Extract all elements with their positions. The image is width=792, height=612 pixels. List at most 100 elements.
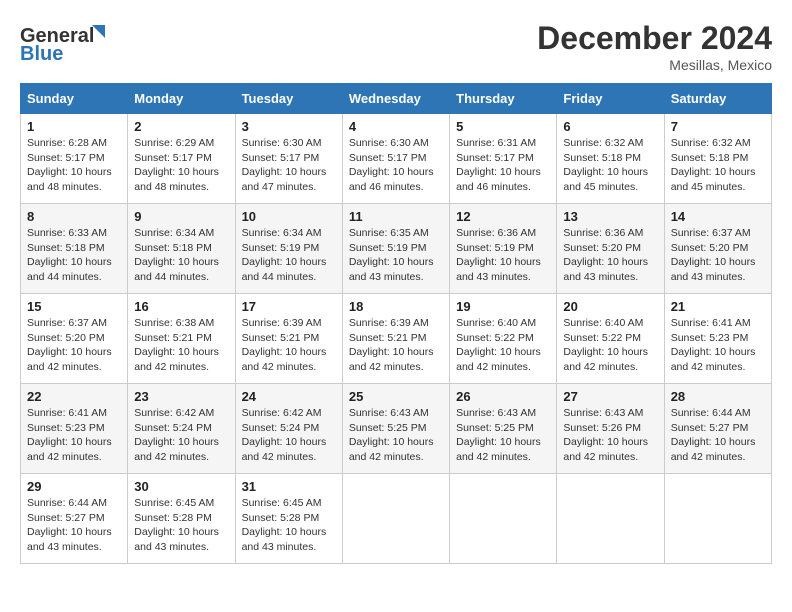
calendar-cell: 18 Sunrise: 6:39 AMSunset: 5:21 PMDayligh…: [342, 294, 449, 384]
day-info: Sunrise: 6:41 AMSunset: 5:23 PMDaylight:…: [27, 406, 121, 465]
day-info: Sunrise: 6:44 AMSunset: 5:27 PMDaylight:…: [671, 406, 765, 465]
day-info: Sunrise: 6:30 AMSunset: 5:17 PMDaylight:…: [242, 136, 336, 195]
day-info: Sunrise: 6:45 AMSunset: 5:28 PMDaylight:…: [134, 496, 228, 555]
day-number: 30: [134, 479, 228, 494]
calendar-cell: 8 Sunrise: 6:33 AMSunset: 5:18 PMDaylight…: [21, 204, 128, 294]
day-number: 11: [349, 209, 443, 224]
calendar-week-1: 1 Sunrise: 6:28 AMSunset: 5:17 PMDaylight…: [21, 114, 772, 204]
day-info: Sunrise: 6:33 AMSunset: 5:18 PMDaylight:…: [27, 226, 121, 285]
calendar-cell: 25 Sunrise: 6:43 AMSunset: 5:25 PMDayligh…: [342, 384, 449, 474]
day-info: Sunrise: 6:37 AMSunset: 5:20 PMDaylight:…: [671, 226, 765, 285]
calendar-cell: 3 Sunrise: 6:30 AMSunset: 5:17 PMDaylight…: [235, 114, 342, 204]
calendar-cell: 15 Sunrise: 6:37 AMSunset: 5:20 PMDayligh…: [21, 294, 128, 384]
day-number: 10: [242, 209, 336, 224]
day-info: Sunrise: 6:44 AMSunset: 5:27 PMDaylight:…: [27, 496, 121, 555]
day-number: 31: [242, 479, 336, 494]
day-info: Sunrise: 6:41 AMSunset: 5:23 PMDaylight:…: [671, 316, 765, 375]
calendar-week-5: 29 Sunrise: 6:44 AMSunset: 5:27 PMDayligh…: [21, 474, 772, 564]
calendar-week-2: 8 Sunrise: 6:33 AMSunset: 5:18 PMDaylight…: [21, 204, 772, 294]
day-number: 1: [27, 119, 121, 134]
page-header: General Blue December 2024 Mesillas, Mex…: [20, 20, 772, 73]
calendar-cell: 13 Sunrise: 6:36 AMSunset: 5:20 PMDayligh…: [557, 204, 664, 294]
day-info: Sunrise: 6:45 AMSunset: 5:28 PMDaylight:…: [242, 496, 336, 555]
day-number: 29: [27, 479, 121, 494]
day-number: 12: [456, 209, 550, 224]
calendar-header-row: Sunday Monday Tuesday Wednesday Thursday…: [21, 84, 772, 114]
day-info: Sunrise: 6:42 AMSunset: 5:24 PMDaylight:…: [242, 406, 336, 465]
day-number: 16: [134, 299, 228, 314]
col-friday: Friday: [557, 84, 664, 114]
day-number: 4: [349, 119, 443, 134]
calendar-cell: 21Sunrise: 6:41 AMSunset: 5:23 PMDayligh…: [664, 294, 771, 384]
calendar-cell: 4 Sunrise: 6:30 AMSunset: 5:17 PMDaylight…: [342, 114, 449, 204]
day-info: Sunrise: 6:34 AMSunset: 5:19 PMDaylight:…: [242, 226, 336, 285]
day-info: Sunrise: 6:29 AMSunset: 5:17 PMDaylight:…: [134, 136, 228, 195]
day-info: Sunrise: 6:38 AMSunset: 5:21 PMDaylight:…: [134, 316, 228, 375]
day-number: 24: [242, 389, 336, 404]
calendar-week-4: 22Sunrise: 6:41 AMSunset: 5:23 PMDayligh…: [21, 384, 772, 474]
calendar-cell: [450, 474, 557, 564]
month-title: December 2024: [537, 20, 772, 57]
logo-svg: General Blue: [20, 20, 110, 65]
calendar-cell: 19 Sunrise: 6:40 AMSunset: 5:22 PMDayligh…: [450, 294, 557, 384]
calendar-cell: 27 Sunrise: 6:43 AMSunset: 5:26 PMDayligh…: [557, 384, 664, 474]
calendar-cell: 9Sunrise: 6:34 AMSunset: 5:18 PMDaylight…: [128, 204, 235, 294]
svg-text:Blue: Blue: [20, 43, 63, 65]
day-number: 8: [27, 209, 121, 224]
day-number: 5: [456, 119, 550, 134]
day-number: 9: [134, 209, 228, 224]
day-info: Sunrise: 6:40 AMSunset: 5:22 PMDaylight:…: [563, 316, 657, 375]
day-number: 25: [349, 389, 443, 404]
day-number: 3: [242, 119, 336, 134]
day-info: Sunrise: 6:43 AMSunset: 5:25 PMDaylight:…: [456, 406, 550, 465]
calendar-cell: 11 Sunrise: 6:35 AMSunset: 5:19 PMDayligh…: [342, 204, 449, 294]
day-info: Sunrise: 6:32 AMSunset: 5:18 PMDaylight:…: [671, 136, 765, 195]
calendar-cell: 16 Sunrise: 6:38 AMSunset: 5:21 PMDayligh…: [128, 294, 235, 384]
calendar-cell: 12 Sunrise: 6:36 AMSunset: 5:19 PMDayligh…: [450, 204, 557, 294]
day-info: Sunrise: 6:28 AMSunset: 5:17 PMDaylight:…: [27, 136, 121, 195]
day-number: 6: [563, 119, 657, 134]
day-number: 27: [563, 389, 657, 404]
calendar-cell: 29 Sunrise: 6:44 AMSunset: 5:27 PMDayligh…: [21, 474, 128, 564]
col-monday: Monday: [128, 84, 235, 114]
calendar-cell: [342, 474, 449, 564]
day-number: 15: [27, 299, 121, 314]
day-number: 23: [134, 389, 228, 404]
calendar-cell: 20 Sunrise: 6:40 AMSunset: 5:22 PMDayligh…: [557, 294, 664, 384]
day-number: 2: [134, 119, 228, 134]
calendar-cell: 22Sunrise: 6:41 AMSunset: 5:23 PMDayligh…: [21, 384, 128, 474]
day-info: Sunrise: 6:35 AMSunset: 5:19 PMDaylight:…: [349, 226, 443, 285]
day-info: Sunrise: 6:43 AMSunset: 5:26 PMDaylight:…: [563, 406, 657, 465]
day-info: Sunrise: 6:42 AMSunset: 5:24 PMDaylight:…: [134, 406, 228, 465]
calendar-cell: 14 Sunrise: 6:37 AMSunset: 5:20 PMDayligh…: [664, 204, 771, 294]
day-number: 20: [563, 299, 657, 314]
calendar-cell: 31 Sunrise: 6:45 AMSunset: 5:28 PMDayligh…: [235, 474, 342, 564]
col-wednesday: Wednesday: [342, 84, 449, 114]
title-block: December 2024 Mesillas, Mexico: [537, 20, 772, 73]
day-number: 18: [349, 299, 443, 314]
day-info: Sunrise: 6:30 AMSunset: 5:17 PMDaylight:…: [349, 136, 443, 195]
day-number: 13: [563, 209, 657, 224]
day-info: Sunrise: 6:32 AMSunset: 5:18 PMDaylight:…: [563, 136, 657, 195]
calendar-cell: 24 Sunrise: 6:42 AMSunset: 5:24 PMDayligh…: [235, 384, 342, 474]
col-tuesday: Tuesday: [235, 84, 342, 114]
day-info: Sunrise: 6:40 AMSunset: 5:22 PMDaylight:…: [456, 316, 550, 375]
day-info: Sunrise: 6:43 AMSunset: 5:25 PMDaylight:…: [349, 406, 443, 465]
calendar-cell: 30 Sunrise: 6:45 AMSunset: 5:28 PMDayligh…: [128, 474, 235, 564]
calendar-cell: 17Sunrise: 6:39 AMSunset: 5:21 PMDayligh…: [235, 294, 342, 384]
day-info: Sunrise: 6:39 AMSunset: 5:21 PMDaylight:…: [242, 316, 336, 375]
day-number: 19: [456, 299, 550, 314]
col-sunday: Sunday: [21, 84, 128, 114]
day-info: Sunrise: 6:36 AMSunset: 5:19 PMDaylight:…: [456, 226, 550, 285]
day-number: 14: [671, 209, 765, 224]
day-info: Sunrise: 6:36 AMSunset: 5:20 PMDaylight:…: [563, 226, 657, 285]
day-info: Sunrise: 6:37 AMSunset: 5:20 PMDaylight:…: [27, 316, 121, 375]
day-info: Sunrise: 6:31 AMSunset: 5:17 PMDaylight:…: [456, 136, 550, 195]
day-info: Sunrise: 6:39 AMSunset: 5:21 PMDaylight:…: [349, 316, 443, 375]
calendar-cell: 6 Sunrise: 6:32 AMSunset: 5:18 PMDaylight…: [557, 114, 664, 204]
calendar-table: Sunday Monday Tuesday Wednesday Thursday…: [20, 83, 772, 564]
calendar-cell: [664, 474, 771, 564]
day-number: 26: [456, 389, 550, 404]
calendar-cell: 26 Sunrise: 6:43 AMSunset: 5:25 PMDayligh…: [450, 384, 557, 474]
calendar-cell: 10 Sunrise: 6:34 AMSunset: 5:19 PMDayligh…: [235, 204, 342, 294]
